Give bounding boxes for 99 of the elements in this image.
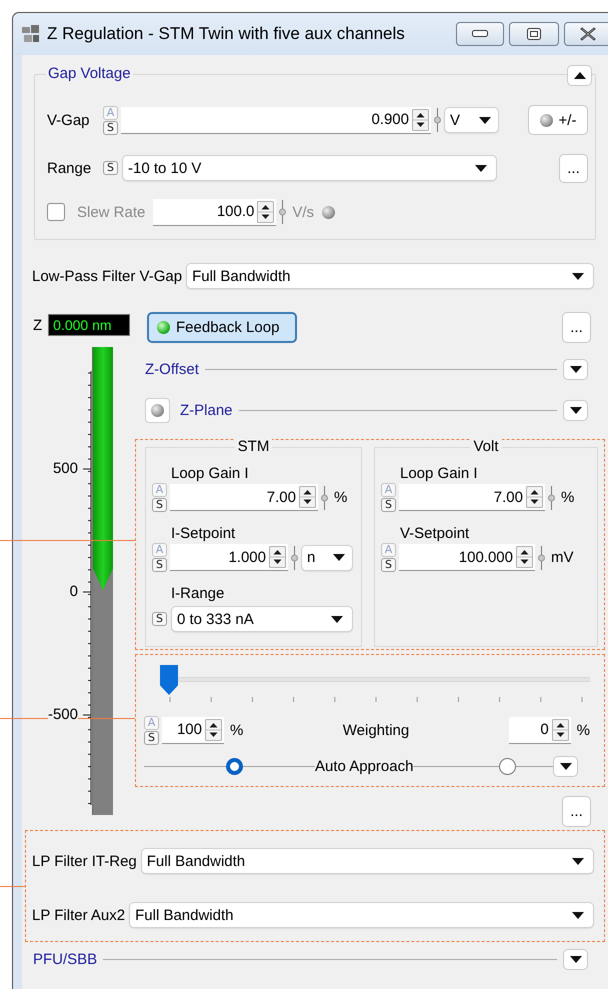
field-label: LP Filter Aux2 [32, 906, 126, 924]
minimize-icon [472, 30, 488, 38]
unit-label: mV [551, 549, 574, 566]
down-arrow-icon [570, 366, 582, 372]
spin-button[interactable] [526, 486, 543, 508]
polarity-button[interactable]: +/- [528, 105, 588, 135]
spin-button[interactable] [205, 718, 222, 740]
field-label: Z [33, 316, 42, 334]
number-field[interactable]: 1.000 [170, 544, 288, 571]
up-arrow-icon [574, 72, 586, 79]
group-title: Gap Voltage [46, 65, 133, 82]
down-arrow-icon [560, 762, 572, 770]
dropdown[interactable]: 0 to 333 nA [171, 606, 353, 632]
down-arrow-icon [479, 116, 491, 124]
unit-label: % [561, 489, 574, 506]
slider-handle-icon[interactable] [538, 546, 545, 570]
spin-button[interactable] [412, 108, 429, 130]
feedback-loop-button[interactable]: Feedback Loop [147, 312, 297, 343]
field-label: Slew Rate [77, 204, 146, 220]
field-label: Loop Gain I [171, 465, 250, 483]
more-button[interactable]: ... [562, 796, 591, 827]
dropdown[interactable]: V [444, 107, 499, 133]
led-button[interactable] [145, 398, 170, 423]
section-title: Auto Approach [315, 758, 414, 774]
down-arrow-icon [331, 616, 343, 622]
slider-handle-icon[interactable] [279, 200, 286, 224]
field-label: LP Filter IT-Reg [32, 852, 137, 870]
checkbox[interactable] [47, 203, 65, 221]
dropdown[interactable]: n [301, 544, 353, 570]
mode-toggle[interactable]: S [152, 498, 167, 512]
down-arrow-icon [572, 912, 584, 918]
section-title[interactable]: Z-Plane [180, 402, 233, 419]
section-title[interactable]: PFU/SBB [33, 950, 98, 968]
field-label: V-Setpoint [400, 525, 470, 543]
unit-label: % [576, 722, 590, 738]
field-label: V-Gap [47, 112, 91, 128]
spin-button[interactable] [516, 546, 533, 568]
expand-button[interactable] [563, 358, 588, 380]
slider-handle-icon[interactable] [321, 486, 328, 510]
down-arrow-icon [572, 272, 584, 280]
slider-thumb[interactable] [160, 665, 178, 695]
number-field[interactable]: 100.0 [153, 198, 276, 226]
expand-button[interactable] [563, 400, 588, 421]
minimize-button[interactable] [456, 22, 504, 46]
spin-button[interactable] [257, 200, 274, 222]
position-marker[interactable] [499, 758, 516, 774]
close-button[interactable] [564, 22, 608, 46]
dropdown[interactable]: Full Bandwidth [140, 848, 594, 874]
app-icon [21, 24, 41, 44]
number-field[interactable]: 7.00 [170, 484, 318, 511]
more-button[interactable]: ... [559, 154, 588, 182]
number-field[interactable]: 100.000 [399, 544, 535, 571]
field-label: Weighting [342, 722, 410, 738]
mode-toggle[interactable]: S [152, 558, 167, 572]
spin-button[interactable] [269, 546, 286, 568]
expand-button[interactable] [553, 756, 578, 776]
led-icon [540, 114, 553, 126]
mode-toggle[interactable]: S [103, 120, 118, 134]
mode-toggle[interactable]: S [103, 161, 118, 175]
field-label: I-Setpoint [171, 525, 236, 543]
down-arrow-icon [570, 407, 582, 414]
window-title: Z Regulation - STM Twin with five aux channels [47, 24, 405, 44]
close-icon [580, 27, 596, 41]
number-field[interactable]: 100 [162, 716, 224, 744]
led-icon [322, 206, 336, 218]
spin-button[interactable] [552, 718, 569, 740]
mode-toggle[interactable]: S [152, 612, 167, 626]
dropdown[interactable]: Full Bandwidth [129, 902, 594, 928]
field-label: Low-Pass Filter V-Gap [32, 268, 182, 284]
down-arrow-icon [572, 858, 584, 864]
dropdown[interactable]: -10 to 10 V [122, 155, 497, 181]
expand-button[interactable] [563, 948, 588, 970]
number-field[interactable]: 7.00 [399, 484, 545, 511]
mode-toggle[interactable]: S [144, 730, 159, 744]
value-readout: 0.000 nm [48, 314, 130, 336]
field-label: I-Range [171, 585, 226, 603]
unit-label: V/s [292, 204, 314, 220]
down-arrow-icon [475, 164, 487, 172]
slider-handle-icon[interactable] [548, 486, 555, 510]
mode-toggle[interactable]: S [381, 498, 396, 512]
spin-button[interactable] [299, 486, 316, 508]
dropdown[interactable]: Full Bandwidth [186, 263, 594, 289]
number-field[interactable]: 0 [508, 716, 571, 744]
field-label: Loop Gain I [400, 465, 479, 483]
down-arrow-icon [570, 956, 582, 962]
maximize-icon [527, 28, 541, 40]
slider-handle-icon[interactable] [434, 108, 441, 132]
collapse-button[interactable] [567, 65, 592, 86]
number-field[interactable]: 0.900 [121, 106, 431, 134]
mode-toggle[interactable]: S [381, 558, 396, 572]
position-marker[interactable] [226, 758, 243, 774]
down-arrow-icon [333, 554, 345, 561]
section-title[interactable]: Z-Offset [145, 360, 199, 378]
slider-handle-icon[interactable] [291, 546, 298, 570]
unit-label: % [334, 489, 348, 506]
more-button[interactable]: ... [562, 312, 591, 343]
field-label: Range [47, 160, 92, 176]
maximize-button[interactable] [509, 22, 559, 46]
unit-label: % [230, 722, 244, 738]
